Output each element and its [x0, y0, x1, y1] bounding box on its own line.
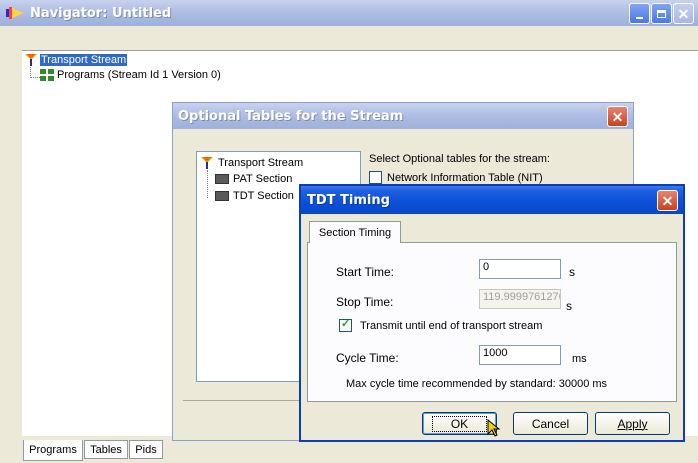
close-icon: ✕: [677, 5, 690, 22]
cancel-button-label: Cancel: [531, 416, 570, 431]
antenna-icon: [200, 156, 214, 170]
tab-tables[interactable]: Tables: [84, 440, 128, 459]
cycle-time-input[interactable]: 1000: [479, 345, 561, 365]
tab-pids[interactable]: Pids: [129, 440, 163, 459]
start-time-label: Start Time:: [336, 265, 395, 279]
tab-tables-label: Tables: [90, 443, 122, 456]
close-button[interactable]: ✕: [673, 3, 694, 24]
optional-tree-item-pat[interactable]: PAT Section: [215, 173, 292, 185]
tree-label-programs: Programs (Stream Id 1 Version 0): [57, 69, 221, 81]
stop-time-label: Stop Time:: [336, 295, 394, 309]
close-icon: ✕: [611, 108, 624, 125]
cycle-time-label: Cycle Time:: [336, 351, 399, 365]
optional-tree-item-pat-label: PAT Section: [233, 173, 293, 185]
optional-tree-item-tdt[interactable]: TDT Section: [215, 190, 294, 202]
antenna-icon: [24, 53, 38, 67]
minimize-button[interactable]: [629, 3, 650, 24]
optional-dialog-title: Optional Tables for the Stream: [178, 108, 404, 124]
max-cycle-note: Max cycle time recommended by standard: …: [346, 378, 608, 390]
programs-icon: [40, 69, 54, 81]
optional-tree-root[interactable]: Transport Stream: [200, 156, 303, 170]
cycle-time-unit: ms: [572, 353, 587, 365]
app-icon: [6, 6, 24, 20]
tab-section-timing-label: Section Timing: [318, 226, 392, 239]
maximize-icon: [657, 9, 666, 18]
optional-tree-item-tdt-label: TDT Section: [233, 190, 294, 202]
tdt-close-button[interactable]: ✕: [657, 190, 678, 211]
apply-button-label: Apply: [617, 416, 648, 431]
table-icon: [215, 174, 229, 184]
tree-node-programs[interactable]: Programs (Stream Id 1 Version 0): [40, 69, 221, 81]
close-icon: ✕: [661, 192, 674, 209]
tdt-dialog-title-bar[interactable]: TDT Timing ✕: [301, 186, 683, 214]
stop-time-unit: s: [566, 299, 572, 313]
apply-button[interactable]: Apply: [595, 412, 670, 435]
maximize-button[interactable]: [651, 3, 672, 24]
nit-checkbox[interactable]: [369, 171, 382, 184]
tdt-dialog-title: TDT Timing: [307, 192, 390, 208]
tree-node-transport-stream[interactable]: Transport Stream: [24, 53, 128, 67]
transmit-checkbox-row[interactable]: ✓ Transmit until end of transport stream: [339, 318, 543, 332]
tree-line: [30, 77, 40, 79]
transmit-checkbox-label: Transmit until end of transport stream: [360, 319, 543, 332]
navigator-title: Navigator: Untitled: [30, 5, 172, 21]
cancel-button[interactable]: Cancel: [513, 412, 588, 435]
tdt-timing-dialog: TDT Timing ✕ Section Timing Start Time: …: [299, 184, 685, 442]
optional-instruction: Select Optional tables for the stream:: [369, 153, 550, 165]
minimize-icon: [636, 16, 643, 19]
tree-line: [207, 170, 208, 198]
tree-label-transport-stream: Transport Stream: [40, 54, 128, 66]
nit-checkbox-label: Network Information Table (NIT): [387, 171, 543, 184]
optional-dialog-title-bar[interactable]: Optional Tables for the Stream ✕: [173, 103, 633, 129]
transmit-checkbox[interactable]: ✓: [339, 318, 352, 332]
start-time-unit: s: [569, 265, 575, 279]
check-icon: ✓: [341, 318, 351, 330]
mouse-cursor-icon: [487, 418, 501, 437]
start-time-input[interactable]: 0: [479, 259, 561, 279]
optional-tree-root-label: Transport Stream: [218, 157, 304, 169]
navigator-title-bar[interactable]: Navigator: Untitled ✕: [0, 0, 698, 26]
tab-programs[interactable]: Programs: [23, 440, 83, 461]
section-timing-panel: Start Time: 0 s Stop Time: 119.999976127…: [307, 242, 677, 402]
stop-time-input[interactable]: 119.9999761276: [479, 289, 561, 309]
tab-pids-label: Pids: [135, 443, 157, 456]
tab-programs-label: Programs: [29, 444, 77, 456]
optional-close-button[interactable]: ✕: [607, 106, 628, 127]
table-icon: [215, 191, 229, 201]
nit-checkbox-row[interactable]: Network Information Table (NIT): [369, 171, 543, 184]
tab-section-timing[interactable]: Section Timing: [309, 221, 401, 243]
ok-button-label: OK: [431, 415, 488, 432]
ok-button[interactable]: OK: [422, 412, 497, 435]
